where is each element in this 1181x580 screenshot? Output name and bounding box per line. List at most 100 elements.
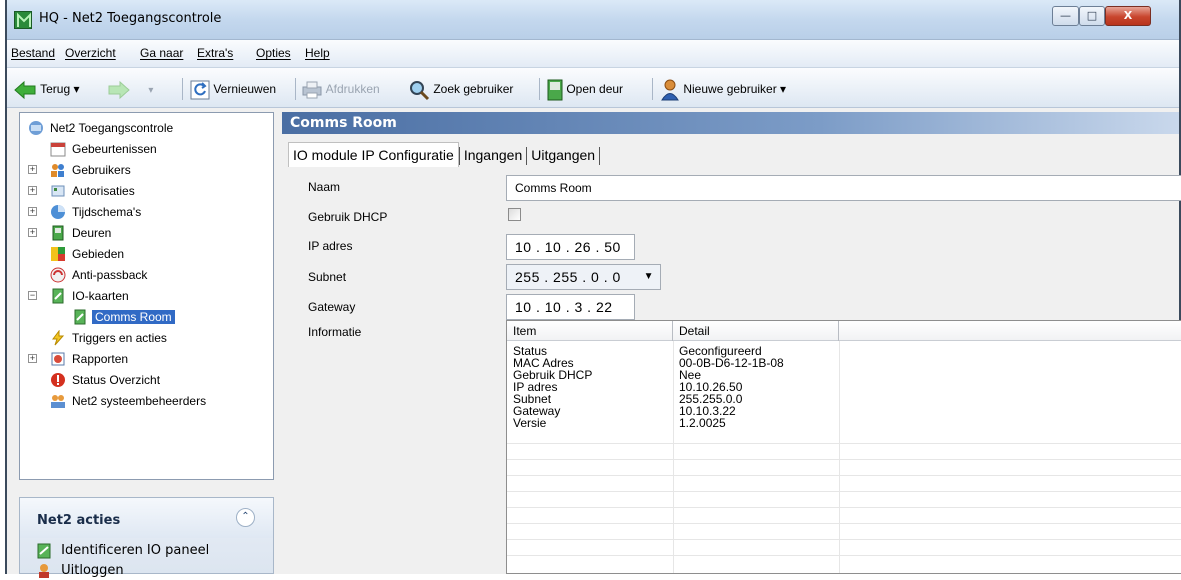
tab-ip-configuration[interactable]: IO module IP Configuratie [288,142,459,167]
tree-label: Triggers en acties [72,331,167,345]
expand-toggle[interactable]: + [28,228,37,237]
table-row[interactable]: IP adres 10.10.26.50 [507,381,1181,393]
expand-toggle[interactable]: + [28,186,37,195]
maximize-button[interactable]: □ [1079,6,1105,26]
antipassback-icon [50,267,66,283]
tree-node-triggers[interactable]: Triggers en acties [50,328,167,348]
table-row[interactable]: Gebruik DHCP Nee [507,369,1181,381]
action-logout[interactable]: Uitloggen [37,562,124,580]
expand-toggle[interactable]: + [28,165,37,174]
table-row[interactable]: Status Geconfigureerd [507,345,1181,357]
tree-node-root[interactable]: Net2 Toegangscontrole [28,118,173,138]
print-button[interactable]: Afdrukken [301,78,380,100]
tree-node-users[interactable]: + Gebruikers [28,160,131,180]
content-panel: Comms Room IO module IP Configuratie Inga… [282,112,1181,574]
tree-node-areas[interactable]: Gebieden [50,244,124,264]
tree-node-authorisations[interactable]: + Autorisaties [28,181,135,201]
action-label: Uitloggen [61,563,124,578]
column-header-detail[interactable]: Detail [673,321,839,341]
tree-node-admins[interactable]: Net2 systeembeheerders [50,391,206,411]
forward-button[interactable]: ▾ [107,78,153,100]
window-title: HQ - Net2 Toegangscontrole [39,11,222,26]
back-button[interactable]: Terug ▾ [13,78,80,100]
find-user-label: Zoek gebruiker [433,82,514,96]
refresh-button[interactable]: Vernieuwen [190,78,276,100]
open-door-label: Open deur [566,82,624,96]
column-header-item[interactable]: Item [507,321,673,341]
tree-node-comms-room[interactable]: Comms Room [72,307,175,327]
menu-help[interactable]: Help [305,46,330,60]
find-user-button[interactable]: Zoek gebruiker [408,78,513,100]
information-table: Item Detail Status Geconfigureerd MAC Adr… [506,320,1181,574]
column-header-empty[interactable] [839,321,1181,341]
tree-node-schedules[interactable]: + Tijdschema's [28,202,141,222]
expand-toggle[interactable]: + [28,207,37,216]
open-door-button[interactable]: Open deur [547,78,624,101]
tree-node-status[interactable]: Status Overzicht [50,370,160,390]
minimize-button[interactable]: — [1052,6,1079,26]
menu-bestand[interactable]: Bestand [11,46,55,60]
tree-label: Net2 systeembeheerders [72,394,207,408]
authorisations-icon [51,185,65,197]
tree-node-events[interactable]: Gebeurtenissen [50,139,157,159]
tab-inputs[interactable]: Ingangen [460,143,526,167]
subnet-select[interactable]: 255 . 255 . 0 . 0 ▼ [506,264,661,290]
table-row[interactable]: Versie 1.2.0025 [507,417,1181,429]
menu-opties[interactable]: Opties [256,46,291,60]
expand-toggle[interactable]: + [28,354,37,363]
title-bar: HQ - Net2 Toegangscontrole — □ X [7,0,1179,40]
action-label: Identificeren IO paneel [61,543,210,558]
tree-label: Rapporten [72,352,129,366]
tree-label: Autorisaties [72,184,135,198]
tree-node-reports[interactable]: + Rapporten [28,349,128,369]
table-row[interactable]: Gateway 10.10.3.22 [507,405,1181,417]
tree-label: Anti-passback [72,268,148,282]
io-board-icon [37,543,51,558]
gateway-field[interactable]: 10 . 10 . 3 . 22 [506,294,635,320]
print-label: Afdrukken [325,82,380,96]
grid-line [507,523,1181,524]
chevron-down-icon[interactable]: ▼ [644,265,654,289]
menu-extras[interactable]: Extra's [197,46,233,60]
ip-address-field[interactable]: 10 . 10 . 26 . 50 [506,234,635,260]
information-label: Informatie [308,325,362,339]
grid-line [507,507,1181,508]
close-button[interactable]: X [1105,6,1151,26]
new-user-icon [661,79,679,101]
actions-panel-header[interactable]: Net2 acties ⌃ [20,498,273,538]
menu-bar: Bestand Overzicht Ga naar Extra's Opties… [7,40,1179,68]
status-icon [51,373,65,387]
back-arrow-icon [14,80,36,99]
table-row[interactable]: Subnet 255.255.0.0 [507,393,1181,405]
tab-outputs[interactable]: Uitgangen [527,143,599,167]
table-header: Item Detail [507,321,1181,341]
cell-detail: 1.2.0025 [679,416,726,430]
tree-node-io-boards[interactable]: − IO-kaarten [28,286,129,306]
tree-label-selected: Comms Room [92,310,175,324]
printer-icon [302,81,322,99]
door-icon [547,79,563,101]
name-field[interactable]: Comms Room [506,175,1181,201]
menu-overzicht[interactable]: Overzicht [65,46,116,60]
menu-ga-naar[interactable]: Ga naar [140,46,183,60]
tree-label: IO-kaarten [72,289,129,303]
dhcp-checkbox[interactable] [508,208,521,221]
tree-label: Gebieden [72,247,125,261]
actions-panel-title: Net2 acties [37,513,121,528]
name-label: Naam [308,180,341,194]
reports-icon [51,352,65,366]
collapse-chevron-icon[interactable]: ⌃ [236,508,255,527]
grid-line [507,539,1181,540]
toolbar-separator [652,78,653,100]
new-user-button[interactable]: Nieuwe gebruiker ▾ [660,78,786,101]
subnet-label: Subnet [308,270,347,284]
areas-icon [51,247,65,261]
lightning-icon [52,330,65,346]
tree-node-doors[interactable]: + Deuren [28,223,111,243]
action-identify-io-panel[interactable]: Identificeren IO paneel [37,542,209,560]
collapse-toggle[interactable]: − [28,291,37,300]
toolbar-separator [295,78,296,100]
navigation-tree: Net2 Toegangscontrole Gebeurtenissen + G… [19,112,274,480]
tree-node-antipassback[interactable]: Anti-passback [50,265,147,285]
table-row[interactable]: MAC Adres 00-0B-D6-12-1B-08 [507,357,1181,369]
